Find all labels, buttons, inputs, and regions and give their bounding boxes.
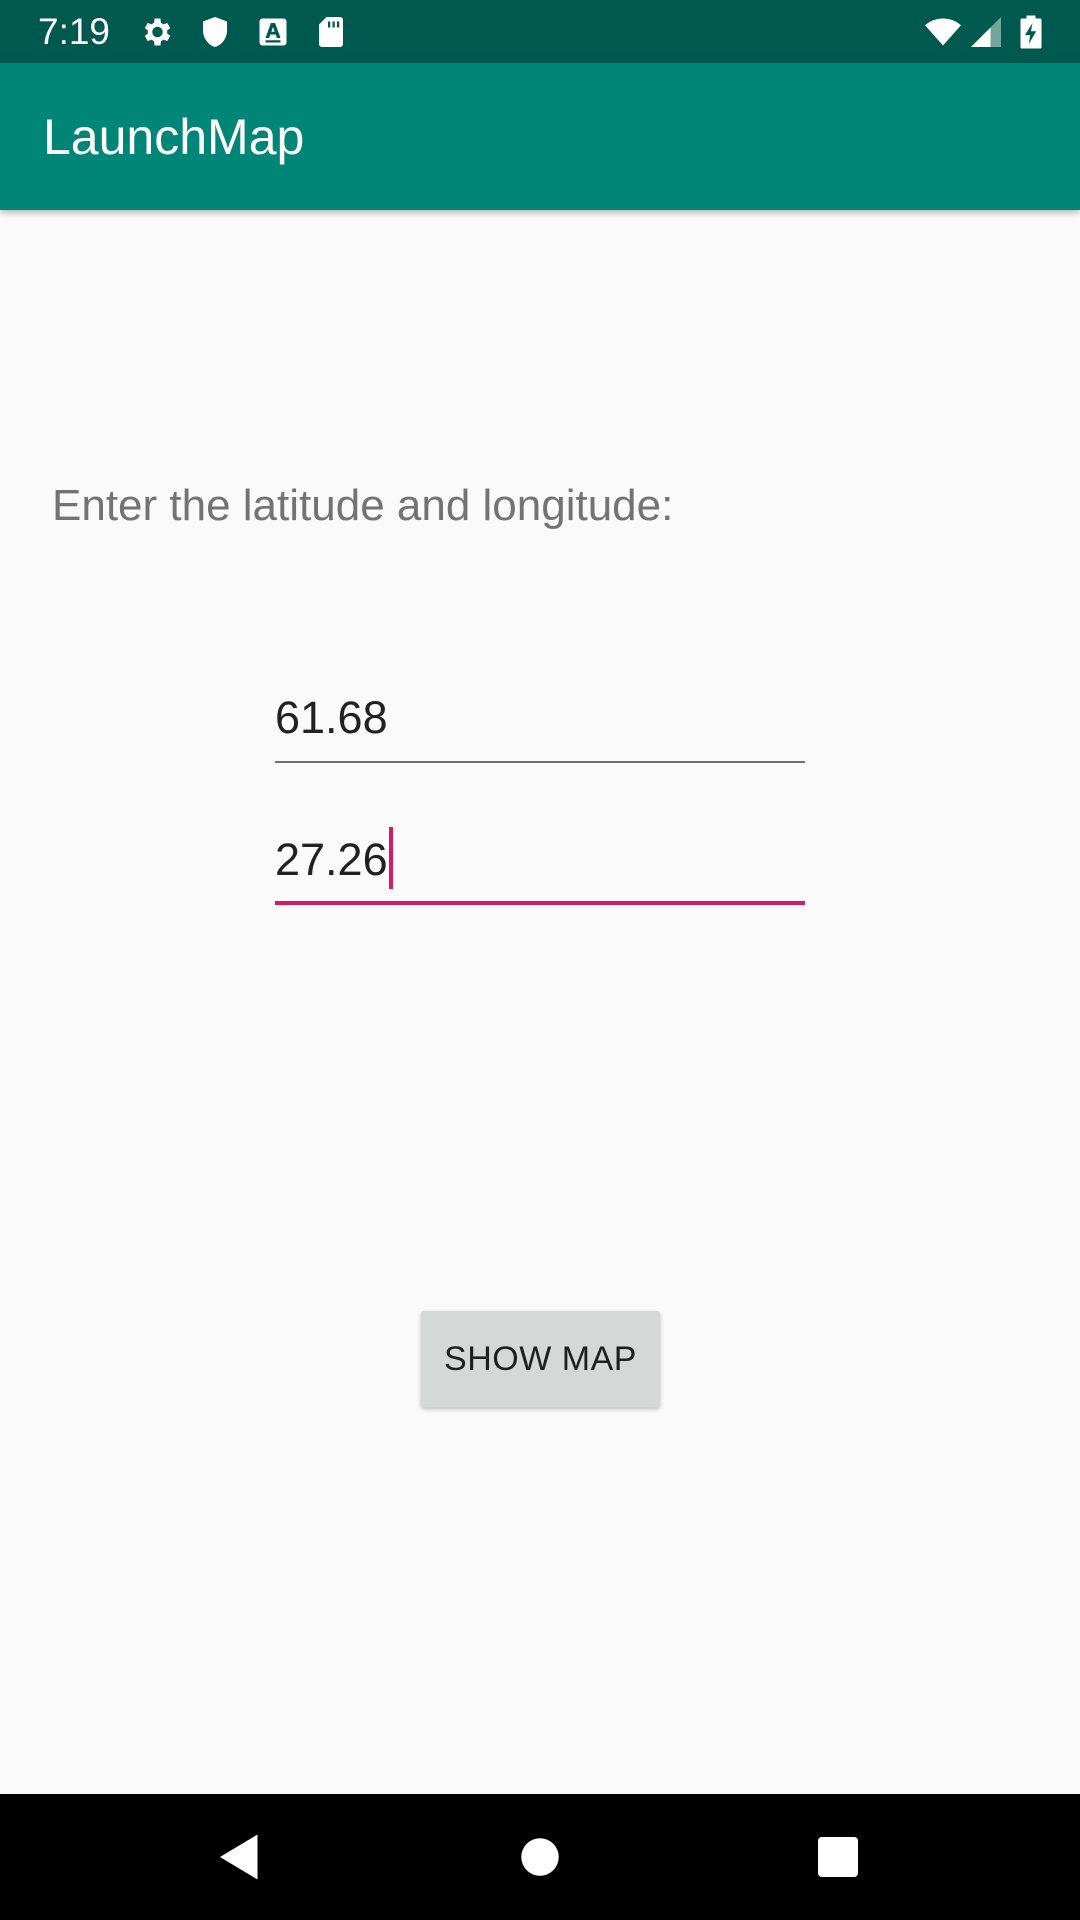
longitude-value-wrap[interactable]: 27.26: [275, 825, 393, 895]
longitude-value[interactable]: 27.26: [275, 834, 388, 885]
nav-bar: [0, 1794, 1080, 1920]
home-icon[interactable]: [510, 1827, 570, 1887]
longitude-field[interactable]: 27.26: [275, 825, 805, 905]
latitude-value[interactable]: 61.68: [275, 683, 388, 753]
latitude-field[interactable]: 61.68: [275, 683, 805, 763]
text-cursor: [388, 827, 393, 889]
show-map-button[interactable]: SHOW MAP: [421, 1311, 660, 1407]
shield-icon: [197, 14, 233, 50]
settings-gear-icon: [138, 14, 174, 50]
app-title: LaunchMap: [43, 109, 305, 165]
recents-icon[interactable]: [808, 1827, 868, 1887]
prompt-label: Enter the latitude and longitude:: [52, 481, 674, 530]
status-time: 7:19: [38, 11, 111, 52]
app-bar: LaunchMap: [0, 63, 1080, 210]
latitude-underline: [275, 761, 805, 763]
cell-signal-icon: [968, 14, 1004, 50]
battery-charging-icon: [1014, 14, 1048, 50]
screen: 7:19 LaunchMap Enter the latitude and lo…: [0, 0, 1080, 1920]
longitude-underline: [275, 901, 805, 905]
sd-card-icon: [313, 14, 349, 50]
font-a-icon: [255, 14, 291, 50]
wifi-icon: [922, 14, 964, 50]
status-bar: 7:19: [0, 0, 1080, 63]
back-icon[interactable]: [210, 1827, 270, 1887]
